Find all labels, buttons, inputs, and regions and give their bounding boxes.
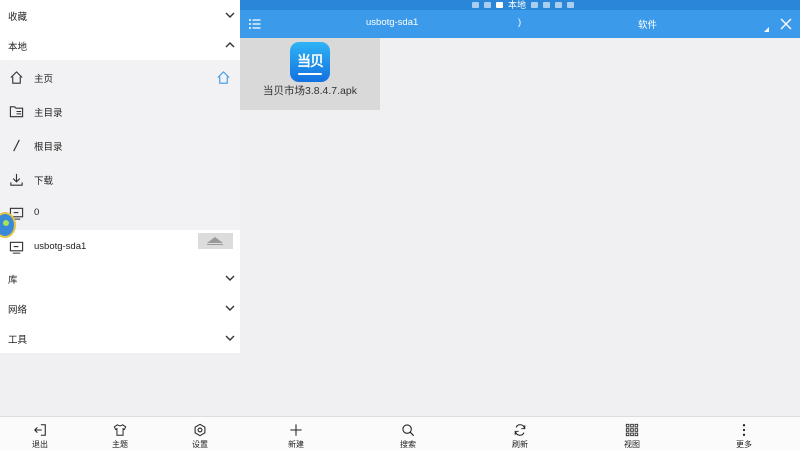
nav-item-label: 主页 — [34, 74, 54, 85]
chevron-down-icon — [225, 275, 235, 281]
download-icon — [10, 173, 23, 186]
nav-item-usbotg-sda1[interactable]: usbotg-sda1 — [0, 230, 240, 264]
theme-button[interactable]: 主题 — [80, 417, 160, 451]
section-network[interactable]: 网络 — [0, 293, 240, 323]
home-icon — [217, 71, 230, 84]
section-library-title: 库 — [8, 275, 18, 286]
exit-label: 退出 — [32, 440, 48, 449]
folder-icon — [484, 2, 491, 8]
close-icon[interactable] — [779, 17, 793, 31]
section-library[interactable]: 库 — [0, 263, 240, 293]
status-bar-tabs: 本地 — [472, 0, 575, 10]
settings-label: 设置 — [192, 440, 208, 449]
app-icon-text: 当贝 — [297, 54, 324, 70]
floating-ball-dot — [3, 220, 9, 226]
section-favorites-title: 收藏 — [8, 12, 28, 23]
corner-indicator-icon — [764, 27, 769, 32]
breadcrumb-usbotg-sda1[interactable]: usbotg-sda1 — [366, 17, 418, 28]
folder-icon — [9, 106, 24, 118]
refresh-icon — [514, 424, 526, 436]
grid-view-icon — [625, 423, 639, 437]
nav-item-root-directory[interactable]: 根目录 — [0, 128, 240, 162]
home-icon — [472, 2, 479, 8]
new-label: 新建 — [288, 440, 304, 449]
slash-icon — [13, 139, 20, 152]
shirt-icon — [113, 424, 127, 436]
chevron-up-icon — [225, 42, 235, 48]
file-grid: 当贝 当贝市场3.8.4.7.apk — [240, 38, 800, 416]
theme-label: 主题 — [112, 440, 128, 449]
nav-item-label: usbotg-sda1 — [34, 241, 87, 252]
eject-button[interactable] — [198, 233, 233, 249]
plus-icon — [290, 424, 302, 436]
refresh-button[interactable]: 刷新 — [464, 417, 576, 451]
storage-icon — [9, 241, 24, 254]
view-button[interactable]: 视图 — [576, 417, 688, 451]
nav-item-label: 下载 — [34, 176, 54, 187]
library-icon — [531, 2, 539, 8]
refresh-label: 刷新 — [512, 440, 528, 449]
section-favorites[interactable]: 收藏 — [0, 0, 240, 30]
section-local[interactable]: 本地 — [0, 30, 240, 60]
breadcrumb-current-folder[interactable]: 软件 — [638, 17, 657, 31]
more-button[interactable]: 更多 — [688, 417, 800, 451]
home-icon — [10, 71, 23, 84]
tools-icon — [567, 2, 575, 8]
menu-icon[interactable] — [248, 17, 262, 31]
chevron-down-icon — [225, 12, 235, 18]
breadcrumb-separator: ) — [518, 17, 522, 28]
nav-item-downloads[interactable]: 下载 — [0, 162, 240, 196]
file-toolbar: 新建 搜索 刷新 视图 更多 — [240, 416, 800, 451]
search-button[interactable]: 搜索 — [352, 417, 464, 451]
new-button[interactable]: 新建 — [240, 417, 352, 451]
network-icon — [543, 2, 551, 8]
search-icon — [402, 424, 415, 437]
nav-item-home-directory[interactable]: 主目录 — [0, 94, 240, 128]
more-label: 更多 — [736, 440, 752, 449]
apk-app-icon: 当贝 — [290, 42, 330, 82]
more-vertical-icon — [742, 424, 746, 436]
chevron-down-icon — [225, 305, 235, 311]
status-bar: 本地 — [240, 0, 800, 10]
path-header: usbotg-sda1 ) 软件 — [240, 10, 800, 38]
gear-icon — [194, 423, 206, 437]
section-local-title: 本地 — [8, 42, 28, 53]
settings-button[interactable]: 设置 — [160, 417, 240, 451]
app-icon-underline — [298, 73, 322, 75]
nav-item-label: 主目录 — [34, 108, 63, 119]
nav-item-label: 根目录 — [34, 142, 63, 153]
exit-icon — [34, 424, 46, 436]
chevron-down-icon — [225, 335, 235, 341]
file-name: 当贝市场3.8.4.7.apk — [263, 85, 357, 97]
drawer-toolbar: 退出 主题 设置 — [0, 416, 240, 451]
exit-button[interactable]: 退出 — [0, 417, 80, 451]
eject-icon-bar — [207, 244, 223, 245]
section-network-title: 网络 — [8, 305, 28, 316]
nav-item-home[interactable]: 主页 — [0, 60, 240, 94]
status-location-label: 本地 — [508, 0, 527, 10]
storage-icon — [496, 2, 503, 8]
navigation-drawer: 收藏 本地 主页 主目录 根目录 下载 0 usbotg-sda1 库 网络 工… — [0, 0, 240, 416]
nav-item-storage-0[interactable]: 0 — [0, 196, 240, 230]
view-label: 视图 — [624, 440, 640, 449]
search-label: 搜索 — [400, 440, 416, 449]
eject-icon — [207, 237, 223, 243]
cloud-icon — [555, 2, 563, 8]
nav-item-label: 0 — [34, 207, 40, 218]
file-item[interactable]: 当贝 当贝市场3.8.4.7.apk — [240, 38, 380, 110]
section-tools-title: 工具 — [8, 335, 28, 346]
section-tools[interactable]: 工具 — [0, 323, 240, 353]
